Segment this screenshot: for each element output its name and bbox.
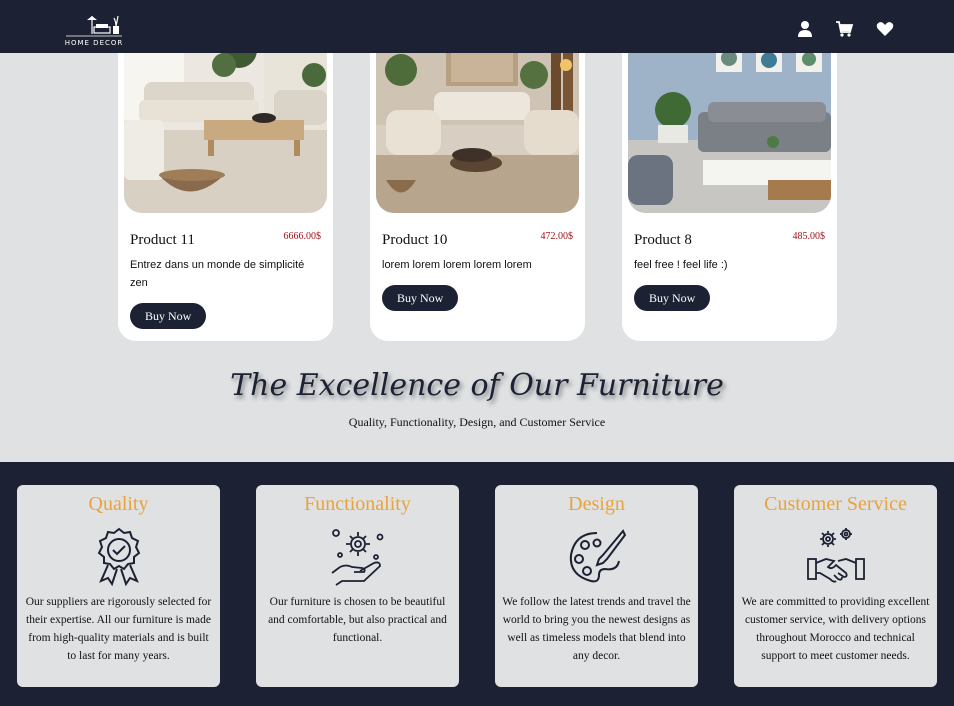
heart-icon[interactable]: [876, 20, 894, 38]
award-badge-icon: [89, 527, 149, 587]
feature-text: Our furniture is chosen to be beautiful …: [268, 596, 447, 644]
lamp-sofa-logo-icon: [66, 15, 122, 37]
product-price: 485.00$: [792, 231, 826, 242]
feature-card-design: Design We follow the latest trends and t…: [495, 485, 698, 687]
feature-title: Quality: [88, 493, 149, 515]
feature-text: We are committed to providing excellent …: [741, 596, 930, 662]
product-description: lorem lorem lorem lorem lorem: [382, 259, 532, 271]
section-subtitle: Quality, Functionality, Design, and Cust…: [348, 415, 606, 429]
nav-lighting[interactable]: Lighting: [0, 0, 56, 17]
feature-card-customer-service: Customer Service We are committed to pro…: [734, 485, 937, 687]
product-description: feel free ! feel life :): [634, 259, 728, 271]
product-image[interactable]: [376, 30, 579, 213]
palette-icon: [567, 527, 627, 587]
product-price: 6666.00$: [283, 231, 322, 242]
gear-hand-icon: [328, 527, 388, 587]
buy-now-button[interactable]: Buy Now: [634, 285, 711, 311]
cart-icon[interactable]: [835, 20, 854, 38]
buy-now-button[interactable]: Buy Now: [382, 285, 459, 311]
feature-title: Customer Service: [764, 493, 907, 515]
product-card: Product 11 6666.00$ Entrez dans un monde…: [118, 30, 333, 341]
features-band: Quality Our suppliers are rigorously sel…: [0, 462, 954, 706]
user-icon[interactable]: [796, 20, 814, 38]
nav-wall-art[interactable]: Wall Art: [285, 0, 340, 17]
product-card: Product 8 485.00$ feel free ! feel life …: [622, 30, 837, 341]
feature-title: Functionality: [304, 493, 411, 515]
buy-now-button[interactable]: Buy Now: [130, 303, 207, 329]
logo[interactable]: HOME DECOR: [64, 14, 124, 48]
handshake-gears-icon: [806, 527, 866, 587]
product-image[interactable]: [628, 30, 831, 213]
product-description: Entrez dans un monde de simplicité zen: [130, 259, 305, 289]
feature-text: Our suppliers are rigorously selected fo…: [25, 596, 212, 662]
feature-card-functionality: Functionality Our furniture is chosen to…: [256, 485, 459, 687]
nav-storage-organization[interactable]: Storage Organization: [129, 0, 280, 17]
feature-card-quality: Quality Our suppliers are rigorously sel…: [17, 485, 220, 687]
product-name: Product 8: [634, 232, 692, 248]
product-name: Product 11: [130, 232, 195, 248]
site-header: HOME DECOR Lighting Furniture Storage Or…: [0, 0, 954, 53]
product-image[interactable]: [124, 30, 327, 213]
feature-title: Design: [568, 493, 625, 515]
product-name: Product 10: [382, 232, 448, 248]
product-price: 472.00$: [540, 231, 574, 242]
feature-text: We follow the latest trends and travel t…: [502, 596, 691, 662]
logo-text: HOME DECOR: [64, 39, 124, 47]
section-title: The Excellence of Our Furniture: [230, 368, 724, 403]
product-card: Product 10 472.00$ lorem lorem lorem lor…: [370, 30, 585, 341]
